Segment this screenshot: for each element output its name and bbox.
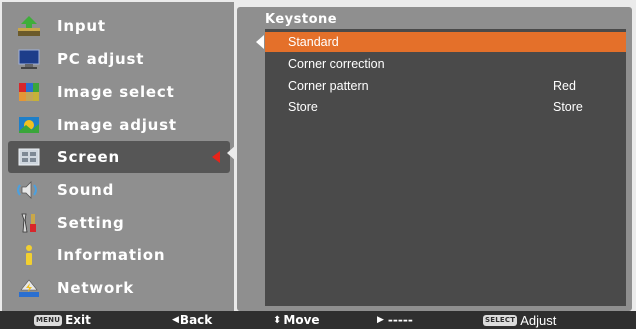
image-select-icon bbox=[15, 80, 43, 104]
exit-label: Exit bbox=[65, 313, 91, 327]
menu-item-label: PC adjust bbox=[57, 50, 145, 68]
row-label: Corner pattern bbox=[288, 79, 369, 93]
submenu-row-corner-correction[interactable]: Corner correction bbox=[265, 54, 626, 74]
next-label: ----- bbox=[387, 313, 413, 327]
main-menu: Input PC adjust Image select Image adjus… bbox=[2, 2, 236, 311]
exit-hint: MENU Exit bbox=[34, 312, 91, 328]
menu-item-label: Setting bbox=[57, 214, 125, 232]
row-value: Store bbox=[553, 100, 583, 114]
submenu-row-store[interactable]: Store Store bbox=[265, 97, 626, 117]
adjust-hint: SELECT Adjust bbox=[483, 312, 556, 328]
input-icon bbox=[15, 14, 43, 38]
menu-key-icon: MENU bbox=[34, 314, 63, 326]
menu-item-label: Screen bbox=[57, 148, 120, 166]
row-label: Standard bbox=[288, 35, 339, 49]
back-label: Back bbox=[179, 313, 213, 327]
menu-item-sound[interactable]: Sound bbox=[2, 174, 234, 206]
right-arrow-icon: ▶ bbox=[377, 315, 384, 325]
information-icon bbox=[15, 243, 43, 267]
menu-item-image-adjust[interactable]: Image adjust bbox=[2, 109, 234, 141]
row-pointer-icon bbox=[256, 35, 264, 49]
submenu-list: Standard Corner correction Corner patter… bbox=[265, 29, 626, 306]
submenu-row-standard[interactable]: Standard bbox=[265, 32, 626, 52]
menu-item-label: Input bbox=[57, 17, 106, 35]
menu-item-pc-adjust[interactable]: PC adjust bbox=[2, 43, 234, 75]
menu-item-network[interactable]: Network bbox=[2, 272, 234, 304]
pc-adjust-icon bbox=[15, 47, 43, 71]
screen-icon bbox=[15, 145, 43, 169]
menu-item-input[interactable]: Input bbox=[2, 10, 234, 42]
menu-item-label: Network bbox=[57, 279, 135, 297]
select-key-icon: SELECT bbox=[483, 314, 518, 326]
menu-item-label: Sound bbox=[57, 181, 115, 199]
menu-item-setting[interactable]: Setting bbox=[2, 207, 234, 239]
menu-item-screen[interactable]: Screen bbox=[8, 141, 230, 173]
key-guide-bar: MENU Exit ◀ Back ⬍ Move ▶ ----- SELECT A… bbox=[0, 311, 636, 329]
menu-item-label: Image adjust bbox=[57, 116, 177, 134]
submenu-row-corner-pattern[interactable]: Corner pattern Red bbox=[265, 76, 626, 96]
image-adjust-icon bbox=[15, 113, 43, 137]
setting-icon bbox=[15, 211, 43, 235]
keystone-panel: Keystone Standard Corner correction Corn… bbox=[237, 7, 632, 311]
menu-item-label: Image select bbox=[57, 83, 175, 101]
row-value: Red bbox=[553, 79, 576, 93]
next-hint: ▶ ----- bbox=[377, 312, 413, 328]
move-label: Move bbox=[283, 313, 320, 327]
back-hint: ◀ Back bbox=[172, 312, 212, 328]
menu-item-image-select[interactable]: Image select bbox=[2, 76, 234, 108]
left-arrow-icon: ◀ bbox=[172, 315, 179, 325]
adjust-label: Adjust bbox=[520, 312, 557, 328]
menu-item-label: Information bbox=[57, 246, 166, 264]
row-label: Corner correction bbox=[288, 57, 385, 71]
selected-arrow-icon bbox=[212, 151, 220, 163]
network-icon bbox=[15, 276, 43, 300]
up-down-arrow-icon: ⬍ bbox=[273, 314, 282, 326]
menu-item-information[interactable]: Information bbox=[2, 239, 234, 271]
submenu-title: Keystone bbox=[265, 12, 338, 27]
sound-icon bbox=[15, 178, 43, 202]
move-hint: ⬍ Move bbox=[273, 312, 320, 328]
row-label: Store bbox=[288, 100, 318, 114]
menu-pointer-notch bbox=[227, 145, 236, 161]
